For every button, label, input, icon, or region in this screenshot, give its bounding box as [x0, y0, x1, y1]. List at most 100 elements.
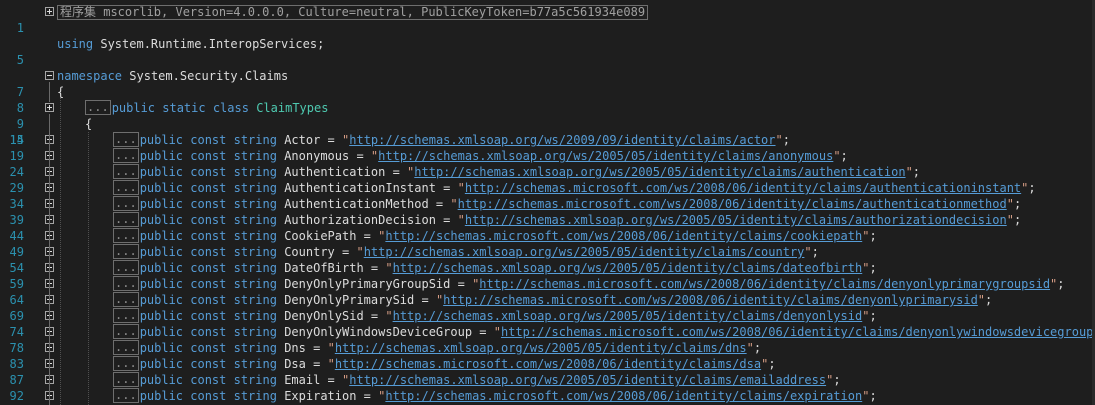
- claim-name: AuthorizationDecision: [284, 213, 436, 227]
- collapsed-region-ellipsis[interactable]: ...: [113, 372, 139, 387]
- collapsed-region-ellipsis[interactable]: ...: [113, 244, 139, 259]
- claim-url-link[interactable]: http://schemas.xmlsoap.org/ws/2005/05/id…: [393, 309, 863, 323]
- claim-name: Email: [284, 373, 321, 387]
- line-number: 29: [9, 181, 24, 195]
- const-modifiers: public const string: [139, 133, 277, 147]
- claim-name: Authentication: [284, 165, 386, 179]
- collapsed-region-ellipsis[interactable]: ...: [113, 196, 139, 211]
- claim-url-link[interactable]: http://schemas.microsoft.com/ws/2008/06/…: [458, 197, 1007, 211]
- claim-name: AuthenticationInstant: [284, 181, 436, 195]
- const-modifiers: public const string: [139, 149, 277, 163]
- line-number: 69: [9, 309, 24, 323]
- line-number: 44: [9, 229, 24, 243]
- line-number: 92: [9, 389, 24, 403]
- claim-url-link[interactable]: http://schemas.xmlsoap.org/ws/2005/05/id…: [378, 149, 833, 163]
- claim-url-link[interactable]: http://schemas.xmlsoap.org/ws/2005/05/id…: [335, 341, 747, 355]
- collapsed-region-ellipsis[interactable]: ...: [113, 180, 139, 195]
- line-number: 34: [9, 197, 24, 211]
- claim-url-link[interactable]: http://schemas.xmlsoap.org/ws/2005/05/id…: [465, 213, 1007, 227]
- collapse-icon[interactable]: [45, 71, 54, 80]
- code-line-class: 9 ... public static class ClaimTypes: [0, 100, 328, 131]
- claim-name: DenyOnlyWindowsDeviceGroup: [284, 325, 473, 339]
- code-line-open-brace: 8 {: [0, 84, 64, 115]
- claim-url-link[interactable]: http://schemas.microsoft.com/ws/2008/06/…: [443, 293, 978, 307]
- claim-name: Dns: [284, 341, 306, 355]
- collapsed-region-ellipsis[interactable]: ...: [113, 164, 139, 179]
- collapsed-region-ellipsis[interactable]: ...: [113, 388, 139, 403]
- line-number: 49: [9, 245, 24, 259]
- using-namespace: System.Runtime.InteropServices: [100, 37, 318, 51]
- line-number: 19: [9, 149, 24, 163]
- indent-guide: [60, 98, 61, 405]
- collapsed-region-ellipsis[interactable]: ...: [113, 260, 139, 275]
- const-modifiers: public const string: [139, 181, 277, 195]
- expand-icon[interactable]: [45, 7, 54, 16]
- namespace-keyword: namespace: [57, 69, 123, 83]
- claim-name: Actor: [284, 133, 321, 147]
- expand-icon[interactable]: [45, 103, 54, 112]
- line-number: 64: [9, 293, 24, 307]
- claim-url-link[interactable]: http://schemas.microsoft.com/ws/2008/06/…: [385, 389, 862, 403]
- collapsed-region-ellipsis[interactable]: ...: [113, 292, 139, 307]
- const-modifiers: public const string: [139, 229, 277, 243]
- line-number: 5: [16, 53, 24, 67]
- code-line-namespace: 7 namespace System.Security.Claims: [0, 68, 288, 99]
- collapsed-region-ellipsis[interactable]: ...: [113, 212, 139, 227]
- collapsed-region-ellipsis[interactable]: ...: [113, 132, 139, 147]
- collapsed-region-ellipsis[interactable]: ...: [113, 340, 139, 355]
- const-modifiers: public const string: [139, 261, 277, 275]
- line-number: 87: [9, 373, 24, 387]
- claim-name: DateOfBirth: [284, 261, 364, 275]
- code-line-header: 1 程序集 mscorlib, Version=4.0.0.0, Culture…: [0, 4, 649, 35]
- claim-name: Dsa: [284, 357, 306, 371]
- line-number: 59: [9, 277, 24, 291]
- line-number: 1: [16, 21, 24, 35]
- const-modifiers: public const string: [139, 357, 277, 371]
- class-modifiers: public static class: [111, 101, 249, 115]
- const-modifiers: public const string: [139, 213, 277, 227]
- collapsed-region-ellipsis[interactable]: ...: [113, 356, 139, 371]
- collapsed-region-ellipsis[interactable]: ...: [85, 100, 111, 115]
- collapsed-region-ellipsis[interactable]: ...: [113, 148, 139, 163]
- assembly-info-collapsed[interactable]: 程序集 mscorlib, Version=4.0.0.0, Culture=n…: [57, 5, 649, 20]
- claim-name: DenyOnlySid: [284, 309, 364, 323]
- code-line-class-brace: 14 {: [0, 116, 93, 147]
- claim-name: DenyOnlyPrimarySid: [284, 293, 415, 307]
- indent-guide: [88, 132, 89, 405]
- claim-name: CookiePath: [284, 229, 357, 243]
- claim-url-link[interactable]: http://schemas.microsoft.com/ws/2008/06/…: [479, 277, 1050, 291]
- using-keyword: using: [57, 37, 94, 51]
- const-modifiers: public const string: [139, 309, 277, 323]
- claim-url-link[interactable]: http://schemas.xmlsoap.org/ws/2009/09/id…: [349, 133, 775, 147]
- claim-url-link[interactable]: http://schemas.xmlsoap.org/ws/2005/05/id…: [393, 261, 863, 275]
- claim-name: Anonymous: [284, 149, 350, 163]
- collapsed-region-ellipsis[interactable]: ...: [113, 324, 139, 339]
- claim-url-link[interactable]: http://schemas.microsoft.com/ws/2008/06/…: [385, 229, 862, 243]
- code-editor[interactable]: 1 程序集 mscorlib, Version=4.0.0.0, Culture…: [0, 0, 1095, 405]
- const-modifiers: public const string: [139, 325, 277, 339]
- line-number: 83: [9, 357, 24, 371]
- line-number: 54: [9, 261, 24, 275]
- claim-url-link[interactable]: http://schemas.microsoft.com/ws/2008/06/…: [335, 357, 761, 371]
- fold-guide-line: [49, 82, 50, 102]
- class-open-brace: {: [85, 117, 93, 131]
- claim-url-link[interactable]: http://schemas.microsoft.com/ws/2008/06/…: [465, 181, 1021, 195]
- claim-url-link[interactable]: http://schemas.xmlsoap.org/ws/2005/05/id…: [349, 373, 826, 387]
- line-number: 24: [9, 165, 24, 179]
- collapsed-region-ellipsis[interactable]: ...: [113, 228, 139, 243]
- claim-url-link[interactable]: http://schemas.xmlsoap.org/ws/2005/05/id…: [414, 165, 905, 179]
- const-modifiers: public const string: [139, 245, 277, 259]
- class-name: ClaimTypes: [256, 101, 329, 115]
- claim-name: AuthenticationMethod: [284, 197, 429, 211]
- claim-url-link[interactable]: http://schemas.microsoft.com/ws/2008/06/…: [501, 325, 1093, 339]
- collapsed-region-ellipsis[interactable]: ...: [113, 276, 139, 291]
- collapsed-region-ellipsis[interactable]: ...: [113, 308, 139, 323]
- claim-url-link[interactable]: http://schemas.xmlsoap.org/ws/2005/05/id…: [364, 245, 805, 259]
- line-number: 74: [9, 325, 24, 339]
- const-modifiers: public const string: [139, 341, 277, 355]
- claim-name: Country: [284, 245, 335, 259]
- line-number: 15: [9, 133, 24, 147]
- const-modifiers: public const string: [139, 277, 277, 291]
- const-modifiers: public const string: [139, 165, 277, 179]
- code-line-using: 5 using System.Runtime.InteropServices;: [0, 36, 325, 67]
